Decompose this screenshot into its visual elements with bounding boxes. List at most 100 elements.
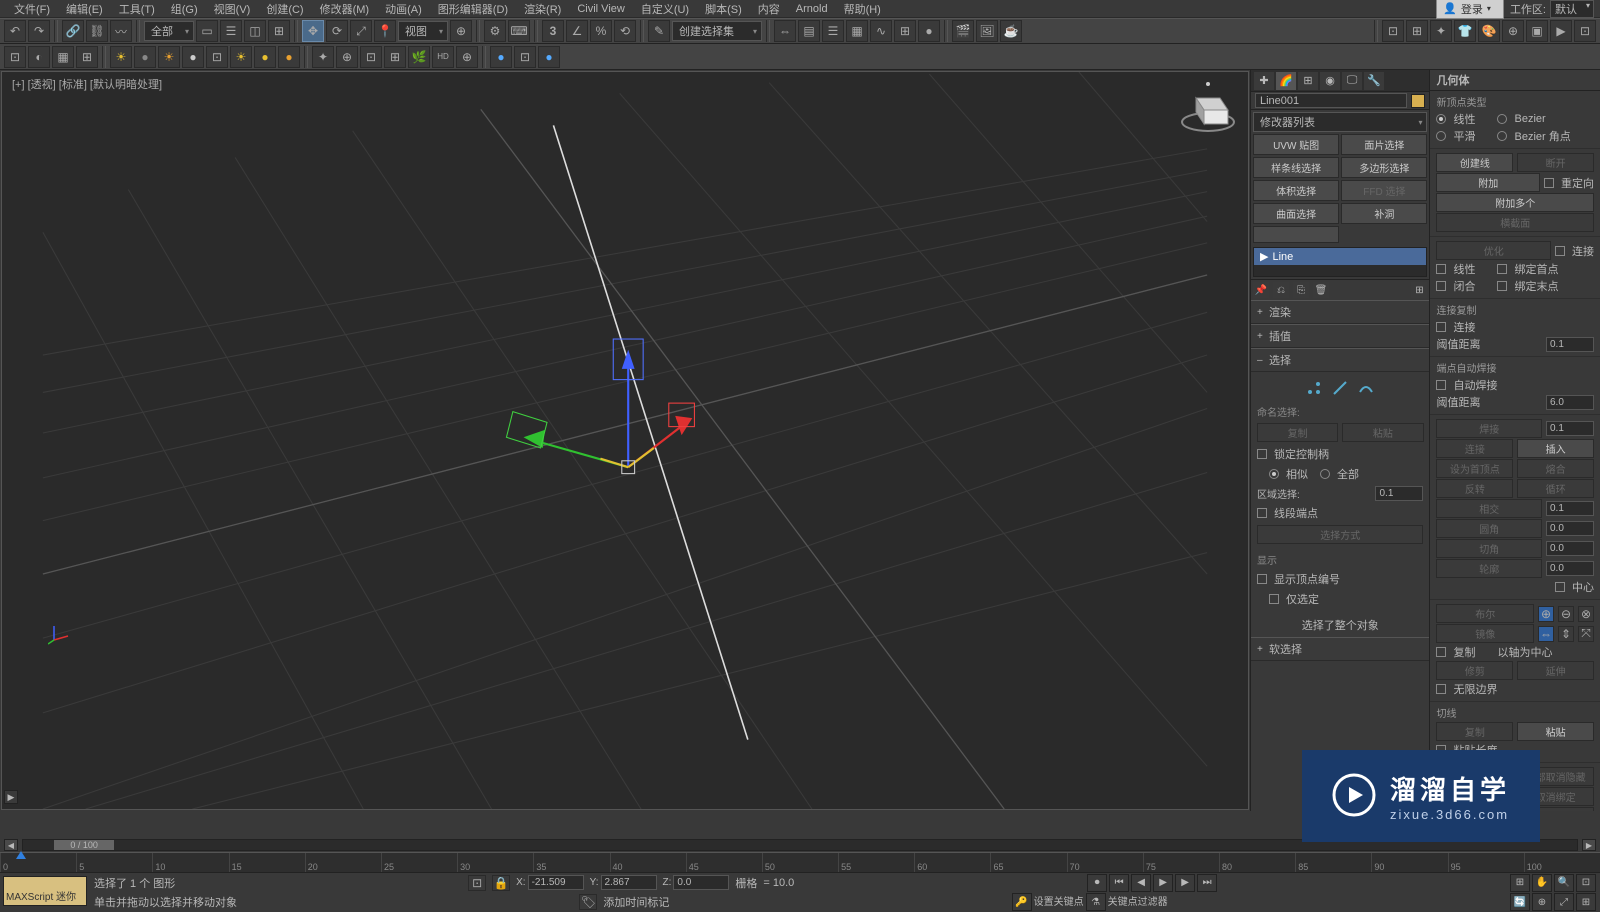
tb2-light-1[interactable]: ☀ [110, 46, 132, 68]
bool-intersect-icon[interactable]: ⊗ [1578, 606, 1594, 622]
angle-snap-button[interactable]: ∠ [566, 20, 588, 42]
tb2-2[interactable]: ◐ [28, 46, 50, 68]
slider-prev[interactable]: ◀ [4, 839, 18, 851]
viewport-label[interactable]: [+] [透视] [标准] [默认明暗处理] [12, 76, 162, 92]
mod-ffd-select[interactable]: FFD 选择 [1341, 180, 1427, 201]
vertex-subobj-icon[interactable] [1306, 380, 1322, 396]
select-object-button[interactable]: ▭ [196, 20, 218, 42]
weld-spinner[interactable]: 0.1 [1546, 421, 1594, 436]
menu-arnold[interactable]: Arnold [788, 3, 836, 15]
trackbar-expand-button[interactable]: ▶ [4, 790, 18, 804]
mirror-copy-check[interactable] [1436, 647, 1446, 657]
viewport-nav-3[interactable]: 🔍 [1554, 874, 1574, 892]
viewport-nav-1[interactable]: ⊞ [1510, 874, 1530, 892]
mod-surf-select[interactable]: 曲面选择 [1253, 203, 1339, 224]
menu-animation[interactable]: 动画(A) [377, 1, 430, 17]
tb-extra-4[interactable]: 👕 [1454, 20, 1476, 42]
geometry-rollout-title[interactable]: 几何体 [1430, 70, 1600, 91]
menu-file[interactable]: 文件(F) [6, 1, 58, 17]
mod-cap-holes[interactable]: 补洞 [1341, 203, 1427, 224]
x-coord-input[interactable]: -21.509 [528, 875, 584, 890]
tb2-15[interactable]: ● [538, 46, 560, 68]
create-line-button[interactable]: 创建线 [1436, 153, 1513, 172]
tb2-11[interactable]: HD [432, 46, 454, 68]
tb2-light-3[interactable]: ☀ [158, 46, 180, 68]
perspective-viewport[interactable]: [+] [透视] [标准] [默认明暗处理] [2, 72, 1248, 809]
create-tab[interactable]: ✚ [1254, 72, 1274, 90]
window-crossing-button[interactable]: ⊞ [268, 20, 290, 42]
display-tab[interactable]: 🖵 [1342, 72, 1362, 90]
viewport-nav-6[interactable]: ⊕ [1532, 893, 1552, 911]
add-time-tag-label[interactable]: 添加时间标记 [603, 894, 669, 910]
linear-radio[interactable] [1436, 114, 1446, 124]
goto-end-button[interactable]: ⏭ [1197, 874, 1217, 892]
seg-end-check[interactable] [1257, 508, 1267, 518]
schematic-view-button[interactable]: ⊞ [894, 20, 916, 42]
align-button[interactable]: ▤ [798, 20, 820, 42]
viewcube[interactable] [1178, 78, 1238, 138]
attach-mult-button[interactable]: 附加多个 [1436, 193, 1594, 212]
bezier-radio[interactable] [1497, 114, 1507, 124]
mod-spline-select[interactable]: 样条线选择 [1253, 157, 1339, 178]
unlink-button[interactable]: ⛓ [86, 20, 108, 42]
y-coord-input[interactable]: 2.867 [601, 875, 657, 890]
rollout-render[interactable]: 渲染 [1251, 301, 1429, 324]
menu-help[interactable]: 帮助(H) [836, 1, 889, 17]
chamfer-spinner[interactable]: 0.0 [1546, 541, 1594, 556]
edit-named-sel-button[interactable]: ✎ [648, 20, 670, 42]
object-color-swatch[interactable] [1411, 94, 1425, 108]
tb2-light-6[interactable]: ● [254, 46, 276, 68]
tb2-13[interactable]: ● [490, 46, 512, 68]
tb2-light-2[interactable]: ● [134, 46, 156, 68]
viewport-nav-7[interactable]: ⤢ [1554, 893, 1574, 911]
menu-rendering[interactable]: 渲染(R) [516, 1, 569, 17]
motion-tab[interactable]: ◉ [1320, 72, 1340, 90]
insert-button[interactable]: 插入 [1517, 439, 1594, 458]
keyboard-shortcut-button[interactable]: ⌨ [508, 20, 530, 42]
tb2-4[interactable]: ⊞ [76, 46, 98, 68]
redo-button[interactable]: ↷ [28, 20, 50, 42]
tb2-5[interactable]: ⊡ [206, 46, 228, 68]
tb2-14[interactable]: ⊡ [514, 46, 536, 68]
mod-patch-select[interactable]: 面片选择 [1341, 134, 1427, 155]
tb2-7[interactable]: ⊕ [336, 46, 358, 68]
sel-only-check[interactable] [1269, 594, 1279, 604]
tb-extra-3[interactable]: ✦ [1430, 20, 1452, 42]
close-check[interactable] [1436, 281, 1446, 291]
bool-union-icon[interactable]: ⊕ [1538, 606, 1554, 622]
tb2-12[interactable]: ⊕ [456, 46, 478, 68]
tb2-light-5[interactable]: ☀ [230, 46, 252, 68]
tb-extra-5[interactable]: 🎨 [1478, 20, 1500, 42]
utilities-tab[interactable]: 🔧 [1364, 72, 1384, 90]
fillet-spinner[interactable]: 0.0 [1546, 521, 1594, 536]
outline-spinner[interactable]: 0.0 [1546, 561, 1594, 576]
use-pivot-center-button[interactable]: ⊕ [450, 20, 472, 42]
selection-filter-dropdown[interactable]: 全部 [144, 21, 194, 41]
pin-stack-icon[interactable]: 📌 [1253, 282, 1269, 298]
spline-subobj-icon[interactable] [1358, 380, 1374, 396]
login-button[interactable]: 👤 登录 ▾ [1436, 0, 1504, 19]
connect-copy-check[interactable] [1436, 322, 1446, 332]
undo-button[interactable]: ↶ [4, 20, 26, 42]
spinner-snap-button[interactable]: ⟲ [614, 20, 636, 42]
rollout-soft-selection[interactable]: 软选择 [1251, 638, 1429, 661]
show-end-result-icon[interactable]: ⎌ [1273, 282, 1289, 298]
menu-tools[interactable]: 工具(T) [111, 1, 163, 17]
tb2-1[interactable]: ⊡ [4, 46, 26, 68]
select-move-button[interactable]: ✥ [302, 20, 324, 42]
select-scale-button[interactable]: ⤢ [350, 20, 372, 42]
render-production-button[interactable]: ☕ [1000, 20, 1022, 42]
menu-customize[interactable]: 自定义(U) [633, 1, 697, 17]
next-frame-button[interactable]: ▶ [1175, 874, 1195, 892]
menu-scripting[interactable]: 脚本(S) [697, 1, 750, 17]
reorient-check[interactable] [1544, 178, 1554, 188]
area-sel-spinner[interactable]: 0.1 [1375, 486, 1423, 501]
tb-extra-1[interactable]: ⊡ [1382, 20, 1404, 42]
select-rotate-button[interactable]: ⟳ [326, 20, 348, 42]
menu-content[interactable]: 内容 [750, 1, 788, 17]
tb-extra-9[interactable]: ⊡ [1574, 20, 1596, 42]
lock-icon[interactable]: 🔒 [492, 875, 510, 891]
select-place-button[interactable]: 📍 [374, 20, 396, 42]
tb2-light-4[interactable]: ● [182, 46, 204, 68]
modifier-stack[interactable]: ▶Line [1253, 247, 1427, 277]
